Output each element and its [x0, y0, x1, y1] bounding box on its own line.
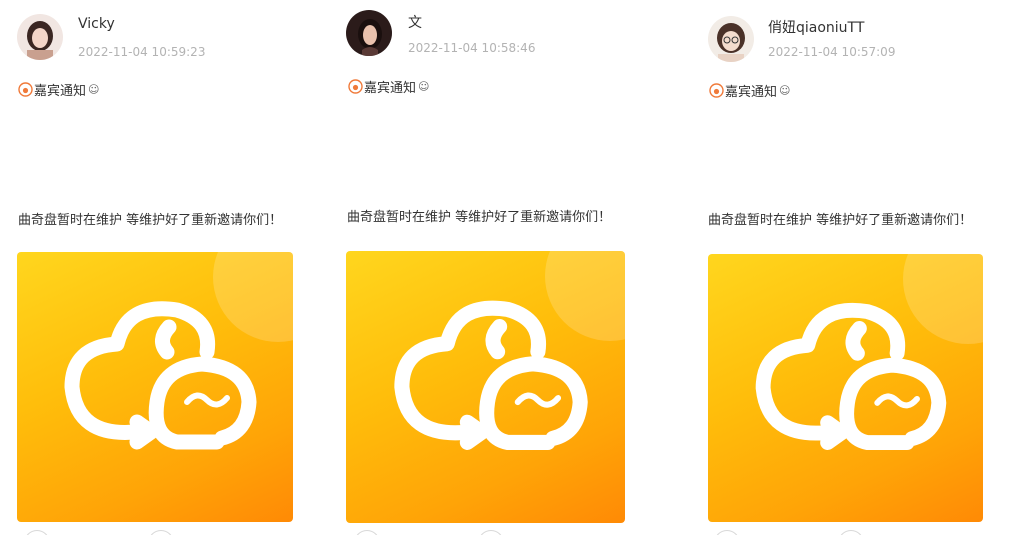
post-image[interactable] [346, 251, 625, 523]
avatar[interactable] [708, 16, 754, 62]
username[interactable]: Vicky [78, 16, 115, 32]
smiley-icon: ☺ [88, 83, 100, 96]
username[interactable]: 俏妞qiaoniuTT [768, 17, 864, 37]
post-image[interactable] [17, 252, 293, 522]
post-tag-line: 嘉宾通知 ☺ [18, 80, 99, 99]
comment-button[interactable] [148, 530, 174, 535]
post-text: 曲奇盘暂时在维护 等维护好了重新邀请你们！ [708, 213, 973, 228]
comment-button[interactable] [838, 530, 864, 535]
username[interactable]: 文 [408, 12, 422, 32]
cloud-sync-logo-icon [394, 300, 588, 450]
post-card: 文 2022-11-04 10:58:46 嘉宾通知 ☺ 曲奇盘暂时在维护 等维… [330, 0, 630, 535]
post-tag-line: 嘉宾通知 ☺ [348, 77, 429, 96]
post-tag[interactable]: 嘉宾通知 [725, 81, 777, 100]
cloud-sync-logo-icon [755, 302, 947, 451]
like-button[interactable] [354, 530, 380, 535]
fire-badge-icon [18, 82, 33, 97]
post-image[interactable] [708, 254, 983, 522]
smiley-icon: ☺ [418, 80, 430, 93]
cloud-sync-logo-icon [64, 301, 257, 450]
avatar[interactable] [346, 10, 392, 56]
post-tag[interactable]: 嘉宾通知 [364, 77, 416, 96]
post-text: 曲奇盘暂时在维护 等维护好了重新邀请你们！ [18, 213, 283, 228]
post-text: 曲奇盘暂时在维护 等维护好了重新邀请你们！ [347, 210, 612, 225]
post-tag-line: 嘉宾通知 ☺ [709, 81, 790, 100]
post-card: 俏妞qiaoniuTT 2022-11-04 10:57:09 嘉宾通知 ☺ 曲… [690, 0, 990, 535]
post-timestamp: 2022-11-04 10:57:09 [768, 45, 896, 59]
fire-badge-icon [348, 79, 363, 94]
post-feed: Vicky 2022-11-04 10:59:23 嘉宾通知 ☺ 曲奇盘暂时在维… [0, 0, 1024, 535]
post-timestamp: 2022-11-04 10:58:46 [408, 41, 536, 55]
post-card: Vicky 2022-11-04 10:59:23 嘉宾通知 ☺ 曲奇盘暂时在维… [0, 0, 300, 535]
comment-button[interactable] [478, 530, 504, 535]
fire-badge-icon [709, 83, 724, 98]
like-button[interactable] [714, 530, 740, 535]
post-tag[interactable]: 嘉宾通知 [34, 80, 86, 99]
smiley-icon: ☺ [779, 84, 791, 97]
post-timestamp: 2022-11-04 10:59:23 [78, 45, 206, 59]
like-button[interactable] [24, 530, 50, 535]
avatar[interactable] [17, 14, 63, 60]
